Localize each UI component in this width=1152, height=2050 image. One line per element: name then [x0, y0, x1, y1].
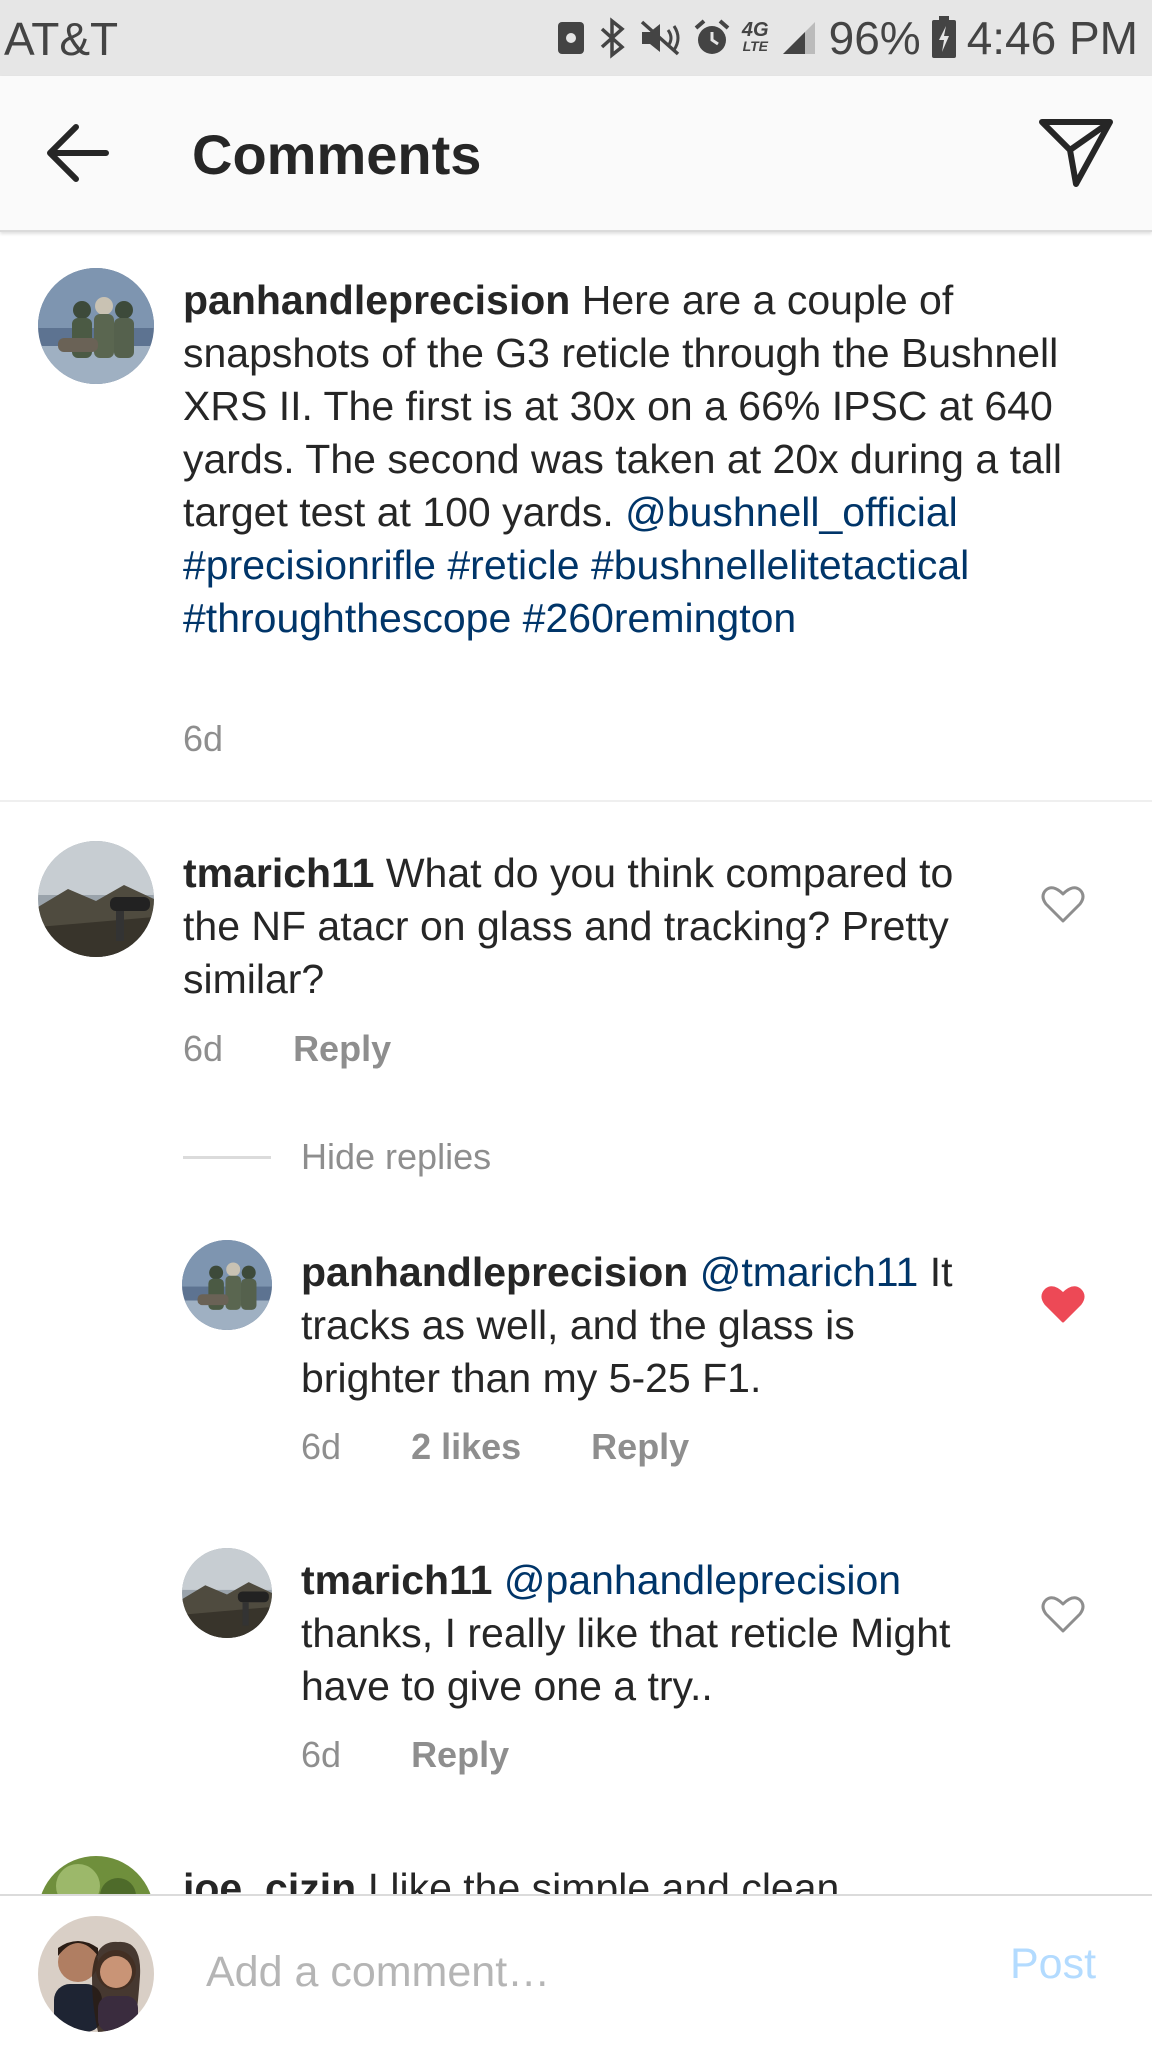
- like-button[interactable]: [1041, 884, 1085, 924]
- carrier-label: AT&T: [4, 13, 119, 65]
- reply-body: thanks, I really like that reticle Might…: [301, 1610, 951, 1709]
- alarm-icon: [692, 18, 732, 58]
- reply-username[interactable]: tmarich11: [301, 1557, 492, 1603]
- page-title: Comments: [192, 123, 482, 186]
- arrow-left-icon: [47, 124, 109, 182]
- hashtag-link[interactable]: #reticle: [447, 542, 579, 588]
- comments-header: Comments: [0, 76, 1152, 232]
- avatar[interactable]: [38, 841, 154, 957]
- avatar: [38, 1916, 154, 2032]
- signal-icon: [779, 18, 819, 58]
- clock: 4:46 PM: [966, 12, 1138, 64]
- divider: [0, 800, 1152, 802]
- hide-replies-button[interactable]: Hide replies: [301, 1136, 491, 1178]
- battery-charging-icon: [931, 16, 957, 60]
- battery-percent: 96%: [828, 12, 921, 64]
- back-button[interactable]: [44, 120, 114, 186]
- avatar[interactable]: [182, 1240, 272, 1330]
- hashtag-link[interactable]: #260remington: [523, 595, 797, 641]
- bluetooth-icon: [596, 17, 628, 59]
- reply-meta: 6d Reply: [301, 1734, 509, 1776]
- reply-button[interactable]: Reply: [293, 1028, 391, 1069]
- mute-icon: [638, 18, 682, 58]
- reply-username[interactable]: panhandleprecision: [301, 1249, 688, 1295]
- like-button[interactable]: [1041, 1284, 1085, 1324]
- status-bar: AT&T 4G LTE 96% 4:46 PM: [0, 0, 1152, 76]
- lte-icon: 4G LTE: [741, 19, 769, 54]
- nfc-icon: [556, 18, 586, 58]
- comment-meta: 6d Reply: [183, 1028, 391, 1070]
- hashtag-link[interactable]: #bushnellelitetactical: [591, 542, 969, 588]
- likes-count[interactable]: 2 likes: [411, 1426, 521, 1467]
- network-type-label: 4G: [741, 19, 769, 41]
- share-button[interactable]: [1036, 114, 1116, 190]
- heart-outline-icon: [1041, 1596, 1085, 1633]
- caption-username[interactable]: panhandleprecision: [183, 277, 570, 323]
- comment-timestamp: 6d: [183, 1028, 224, 1069]
- hide-replies-line: [183, 1156, 271, 1159]
- caption-timestamp: 6d: [183, 718, 224, 759]
- reply-text: panhandleprecision @tmarich11 It tracks …: [301, 1246, 1001, 1405]
- heart-outline-icon: [1041, 886, 1085, 923]
- avatar[interactable]: [182, 1548, 272, 1638]
- caption-text: panhandleprecision Here are a couple of …: [183, 274, 1063, 645]
- comment-username[interactable]: tmarich11: [183, 850, 374, 896]
- comment-input[interactable]: [204, 1936, 968, 2008]
- reply-button[interactable]: Reply: [411, 1734, 509, 1775]
- mention-link[interactable]: @bushnell_official: [625, 489, 958, 535]
- avatar[interactable]: [38, 268, 154, 384]
- mention-link[interactable]: @tmarich11: [700, 1249, 919, 1295]
- comment-text: tmarich11 What do you think compared to …: [183, 847, 1003, 1006]
- send-icon: [1039, 119, 1113, 187]
- reply-text: tmarich11 @panhandleprecision thanks, I …: [301, 1554, 1001, 1713]
- reply-meta: 6d 2 likes Reply: [301, 1426, 689, 1468]
- post-button[interactable]: Post: [1010, 1940, 1096, 1989]
- mention-link[interactable]: @panhandleprecision: [504, 1557, 901, 1603]
- hashtag-link[interactable]: #precisionrifle: [183, 542, 436, 588]
- reply-timestamp: 6d: [301, 1734, 342, 1775]
- comment-composer: Post: [0, 1894, 1152, 2050]
- reply-timestamp: 6d: [301, 1426, 342, 1467]
- network-sub-label: LTE: [742, 38, 768, 54]
- like-button[interactable]: [1041, 1594, 1085, 1634]
- status-icons: 4G LTE 96% 4:46 PM: [556, 8, 1138, 68]
- hashtag-link[interactable]: #throughthescope: [183, 595, 511, 641]
- heart-filled-icon: [1041, 1286, 1085, 1323]
- reply-button[interactable]: Reply: [591, 1426, 689, 1467]
